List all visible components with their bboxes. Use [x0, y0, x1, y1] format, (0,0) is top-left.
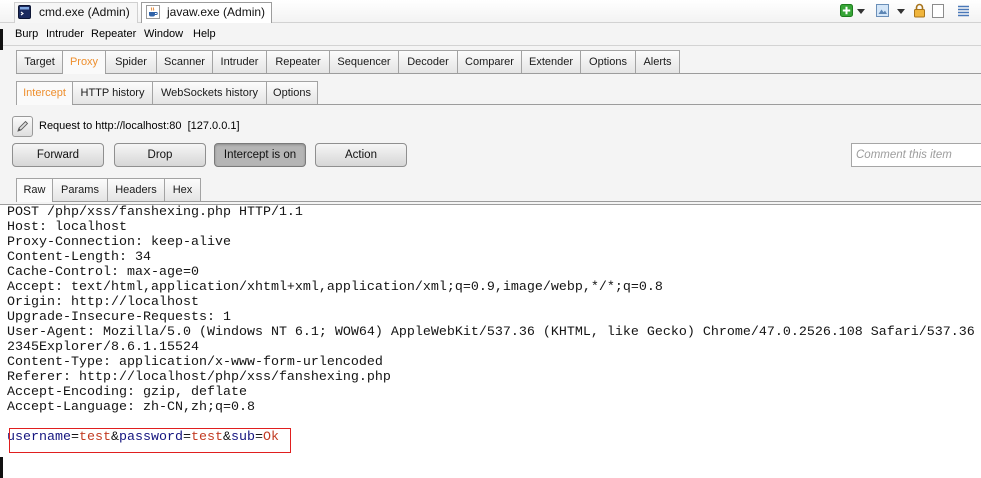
tab-intruder[interactable]: Intruder	[212, 50, 266, 73]
tab-label: Extender	[528, 56, 574, 68]
header-line: Referer: http://localhost/php/xss/fanshe…	[7, 370, 391, 385]
pencil-icon	[16, 120, 29, 133]
header-line: Proxy-Connection: keep-alive	[7, 235, 231, 250]
main-tab-bar: Target Proxy Spider Scanner Intruder Rep…	[0, 50, 981, 74]
main-tab-baseline	[16, 73, 981, 74]
tab-params[interactable]: Params	[52, 178, 107, 201]
tab-raw[interactable]: Raw	[16, 178, 52, 202]
tab-label: Comparer	[465, 56, 514, 68]
window-tab-cmd[interactable]: cmd.exe (Admin)	[14, 2, 138, 23]
tab-target[interactable]: Target	[16, 50, 62, 73]
blank-page-icon[interactable]	[932, 4, 944, 18]
add-icon[interactable]	[840, 4, 853, 17]
menu-intruder[interactable]: Intruder	[46, 25, 84, 43]
intercept-toggle-button[interactable]: Intercept is on	[214, 143, 306, 167]
tab-proxy-options[interactable]: Options	[266, 81, 318, 104]
tab-label: Spider	[115, 56, 147, 68]
tab-label: Headers	[115, 184, 157, 196]
tab-websockets-history[interactable]: WebSockets history	[152, 81, 266, 104]
menu-window[interactable]: Window	[144, 25, 183, 43]
request-target-label: Request to http://localhost:80 [127.0.0.…	[39, 120, 240, 132]
window-tab-bar: cmd.exe (Admin) javaw.exe (Admin)	[0, 0, 981, 23]
lock-icon[interactable]	[913, 3, 926, 18]
dropdown-arrow-icon[interactable]	[897, 9, 905, 14]
drop-button[interactable]: Drop	[114, 143, 206, 167]
tab-label: Intercept	[23, 87, 66, 99]
dropdown-arrow-icon[interactable]	[857, 9, 865, 14]
header-line: Content-Length: 34	[7, 250, 151, 265]
tab-label: Intruder	[220, 56, 259, 68]
tab-label: Params	[61, 184, 99, 196]
tab-label: Hex	[172, 184, 193, 196]
header-line: Accept-Encoding: gzip, deflate	[7, 385, 247, 400]
body-highlight-box	[9, 428, 291, 453]
comment-input[interactable]	[851, 143, 981, 167]
java-icon	[146, 5, 160, 19]
tab-spider[interactable]: Spider	[105, 50, 156, 73]
menu-divider	[0, 45, 981, 46]
edit-request-button[interactable]	[12, 116, 33, 137]
menu-repeater[interactable]: Repeater	[91, 25, 136, 43]
header-line: Upgrade-Insecure-Requests: 1	[7, 310, 231, 325]
tab-scanner[interactable]: Scanner	[156, 50, 212, 73]
tab-label: HTTP history	[80, 87, 145, 99]
tab-label: Scanner	[164, 56, 205, 68]
tab-options[interactable]: Options	[580, 50, 635, 73]
tab-comparer[interactable]: Comparer	[457, 50, 521, 73]
tab-sequencer[interactable]: Sequencer	[329, 50, 398, 73]
tab-hex[interactable]: Hex	[164, 178, 201, 201]
header-line: Accept-Language: zh-CN,zh;q=0.8	[7, 400, 255, 415]
forward-button[interactable]: Forward	[12, 143, 104, 167]
header-line: Origin: http://localhost	[7, 295, 199, 310]
menu-help[interactable]: Help	[193, 25, 216, 43]
editor-tab-baseline	[16, 201, 981, 202]
tab-label: Raw	[23, 184, 46, 196]
tab-label: Decoder	[407, 56, 449, 68]
header-line-wrapped: 2345Explorer/8.6.1.15524	[7, 340, 199, 355]
command-prompt-icon	[18, 5, 32, 19]
window-tab-javaw[interactable]: javaw.exe (Admin)	[141, 2, 272, 23]
tab-extender[interactable]: Extender	[521, 50, 580, 73]
window-tab-label: cmd.exe (Admin)	[39, 5, 130, 19]
proxy-tab-baseline	[16, 104, 981, 105]
tab-alerts[interactable]: Alerts	[635, 50, 680, 73]
window-edge	[0, 457, 3, 478]
tab-label: Options	[589, 56, 627, 68]
list-icon[interactable]	[957, 5, 970, 17]
tab-label: Alerts	[643, 56, 672, 68]
window-edge	[0, 29, 3, 50]
tab-label: Sequencer	[337, 56, 391, 68]
header-line: Host: localhost	[7, 220, 127, 235]
header-line: Content-Type: application/x-www-form-url…	[7, 355, 383, 370]
tab-headers[interactable]: Headers	[107, 178, 164, 201]
tab-label: Proxy	[69, 56, 99, 68]
tab-label: WebSockets history	[160, 87, 258, 99]
tab-proxy[interactable]: Proxy	[62, 50, 105, 74]
tab-label: Options	[273, 87, 311, 99]
tab-repeater[interactable]: Repeater	[266, 50, 329, 73]
tab-label: Repeater	[275, 56, 321, 68]
raw-request-editor[interactable]: POST /php/xss/fanshexing.php HTTP/1.1 Ho…	[0, 204, 981, 478]
request-text: POST /php/xss/fanshexing.php HTTP/1.1 Ho…	[0, 205, 975, 445]
window-tab-label: javaw.exe (Admin)	[167, 5, 266, 19]
tab-intercept[interactable]: Intercept	[16, 81, 72, 105]
request-line: POST /php/xss/fanshexing.php HTTP/1.1	[7, 205, 303, 220]
tab-decoder[interactable]: Decoder	[398, 50, 457, 73]
action-button[interactable]: Action	[315, 143, 407, 167]
window-icon[interactable]	[876, 4, 889, 17]
header-line: Accept: text/html,application/xhtml+xml,…	[7, 280, 663, 295]
header-line: User-Agent: Mozilla/5.0 (Windows NT 6.1;…	[7, 325, 975, 340]
tab-label: Target	[24, 56, 55, 68]
proxy-tab-bar: Intercept HTTP history WebSockets histor…	[0, 81, 981, 105]
menu-burp[interactable]: Burp	[15, 25, 38, 43]
editor-tab-bar: Raw Params Headers Hex	[0, 178, 981, 202]
tab-http-history[interactable]: HTTP history	[72, 81, 152, 104]
header-line: Cache-Control: max-age=0	[7, 265, 199, 280]
